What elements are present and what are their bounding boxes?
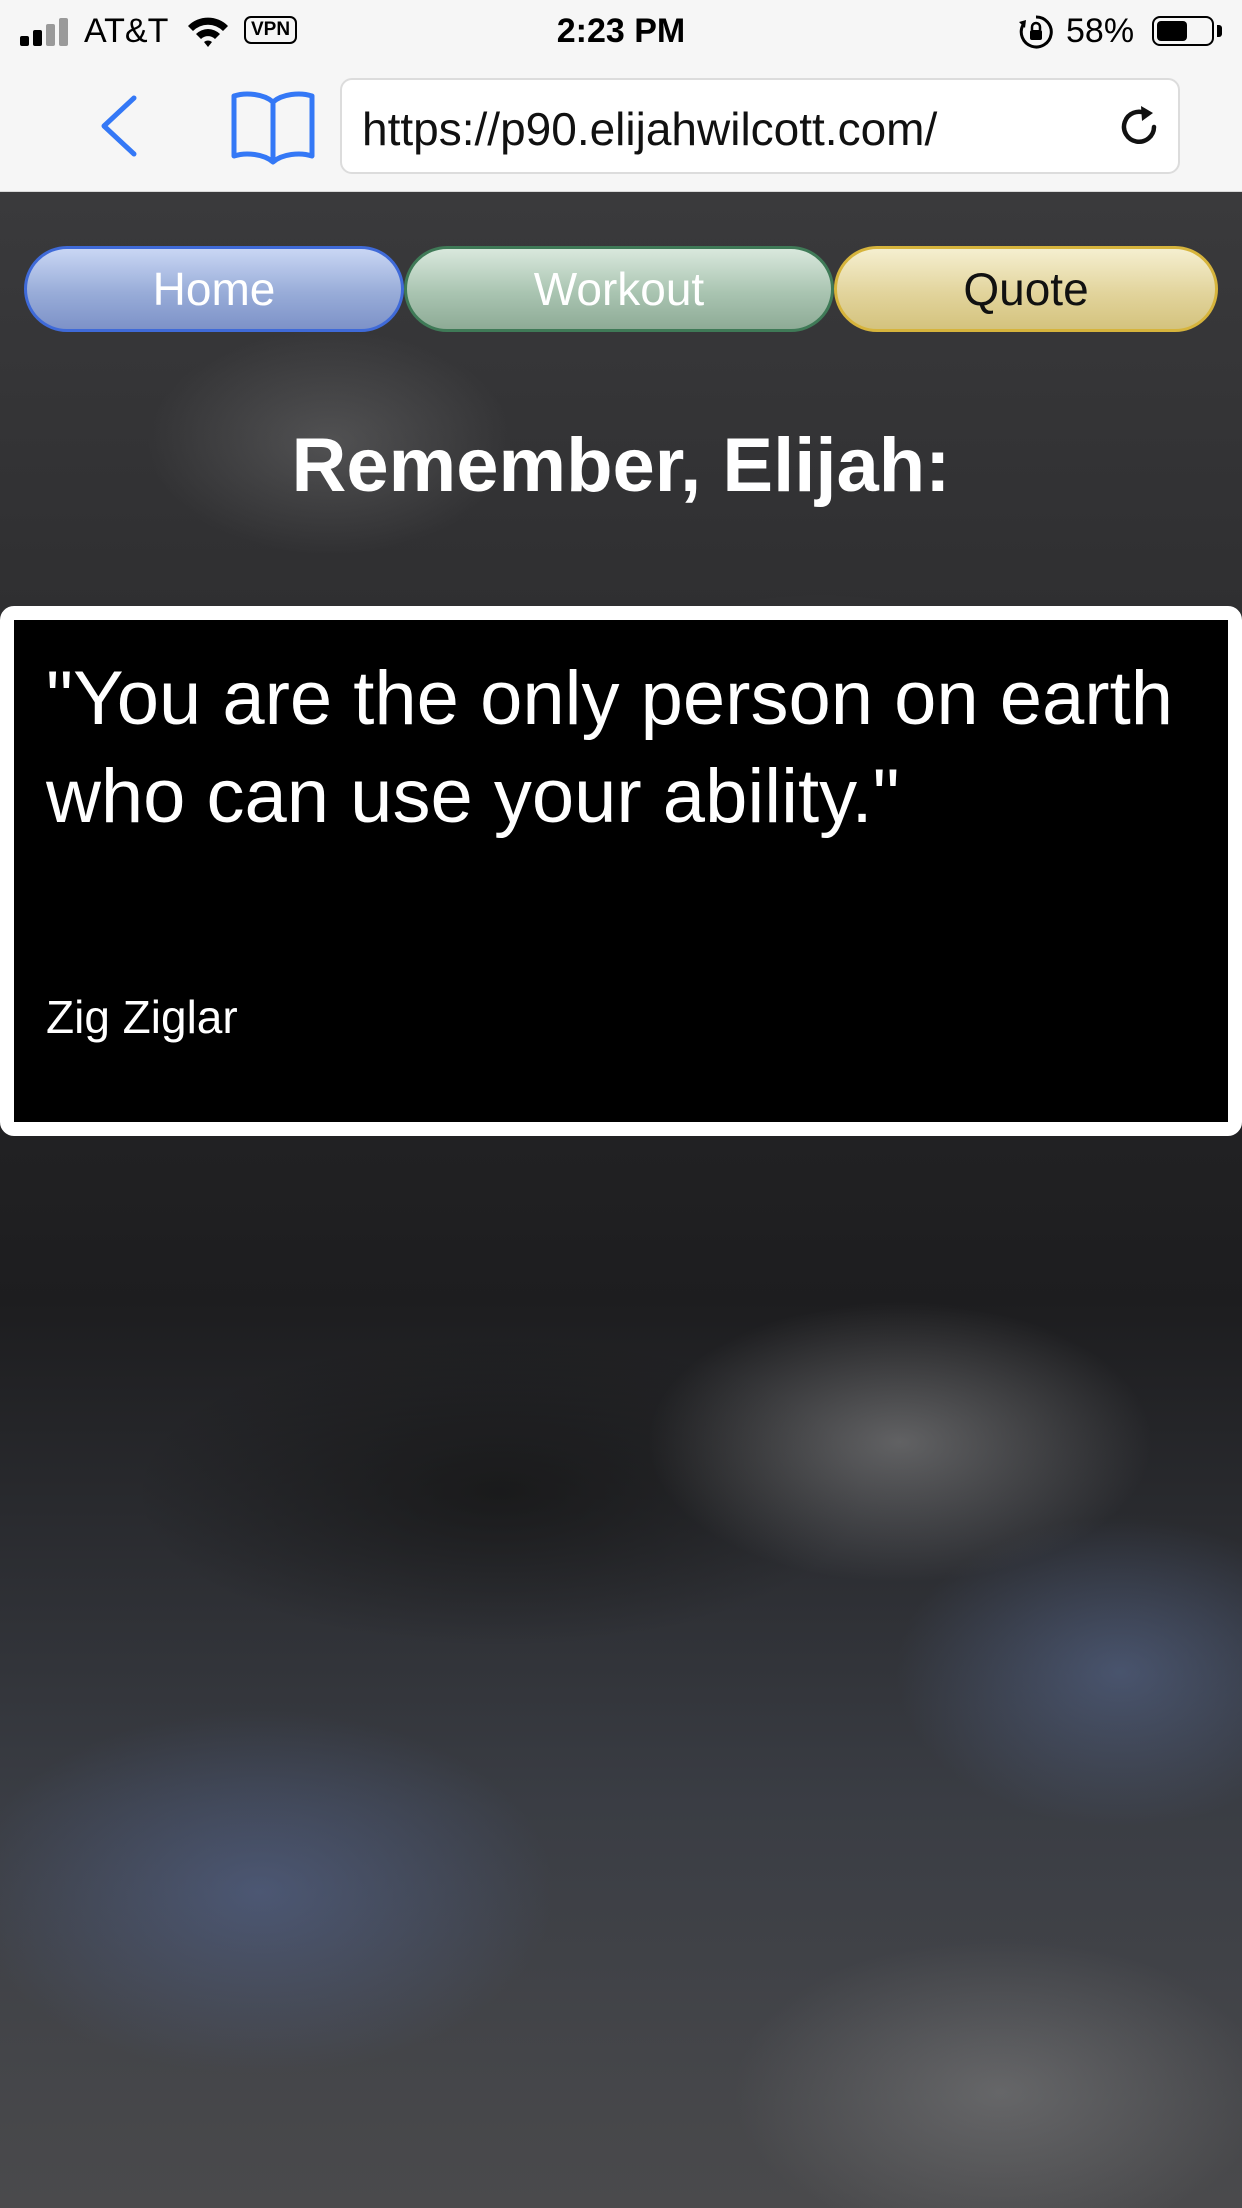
nav-home-button[interactable]: Home: [24, 246, 404, 332]
web-page: Home Workout Quote Remember, Elijah: "Yo…: [0, 192, 1242, 2208]
rotation-lock-icon: [1019, 15, 1053, 49]
bookmarks-book-icon[interactable]: [228, 86, 318, 166]
status-bar: AT&T VPN 2:23 PM 58%: [0, 0, 1242, 62]
page-heading: Remember, Elijah:: [291, 423, 951, 508]
nav-quote-button[interactable]: Quote: [834, 246, 1218, 332]
status-time: 2:23 PM: [556, 12, 686, 50]
site-nav: Home Workout Quote: [24, 246, 1218, 334]
quote-author: Zig Ziglar: [46, 991, 238, 1043]
battery-level-fill: [1157, 21, 1187, 41]
quote-card: "You are the only person on earth who ca…: [0, 606, 1242, 1136]
nav-workout-button[interactable]: Workout: [404, 246, 834, 332]
back-chevron-icon[interactable]: [90, 90, 150, 162]
quote-text: "You are the only person on earth who ca…: [46, 656, 1173, 839]
battery-nub: [1217, 25, 1222, 37]
url-text[interactable]: https://p90.elijahwilcott.com/: [362, 102, 937, 156]
battery-percent: 58%: [1066, 12, 1135, 50]
browser-toolbar: https://p90.elijahwilcott.com/: [0, 62, 1242, 192]
reload-icon[interactable]: [1114, 102, 1164, 152]
battery-icon: [1152, 16, 1214, 46]
address-bar[interactable]: https://p90.elijahwilcott.com/: [340, 78, 1180, 174]
